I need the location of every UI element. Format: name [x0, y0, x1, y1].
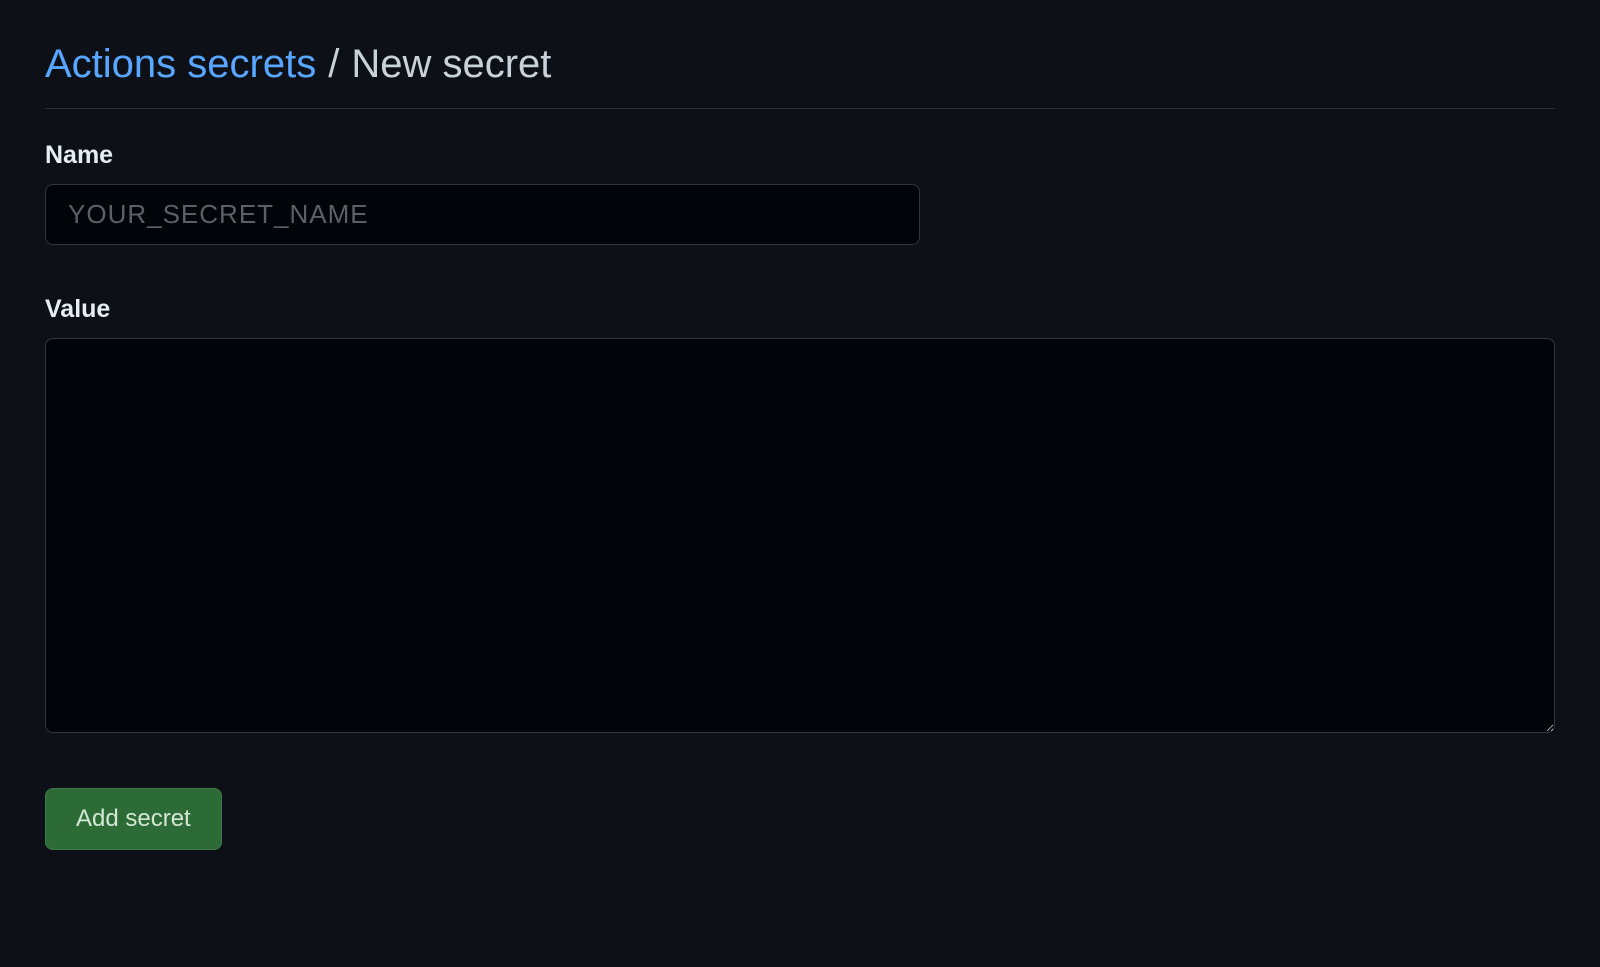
- page-title: New secret: [351, 40, 551, 88]
- breadcrumb-parent-link[interactable]: Actions secrets: [45, 40, 316, 88]
- page-container: Actions secrets / New secret Name Value …: [0, 0, 1600, 890]
- add-secret-button[interactable]: Add secret: [45, 788, 222, 850]
- name-field-group: Name: [45, 141, 1555, 245]
- value-label: Value: [45, 295, 1555, 324]
- page-header: Actions secrets / New secret: [45, 40, 1555, 109]
- breadcrumb: Actions secrets / New secret: [45, 40, 1555, 88]
- secret-value-textarea[interactable]: [45, 338, 1555, 733]
- name-label: Name: [45, 141, 1555, 170]
- breadcrumb-separator: /: [328, 40, 339, 88]
- value-field-group: Value: [45, 295, 1555, 738]
- secret-name-input[interactable]: [45, 184, 920, 245]
